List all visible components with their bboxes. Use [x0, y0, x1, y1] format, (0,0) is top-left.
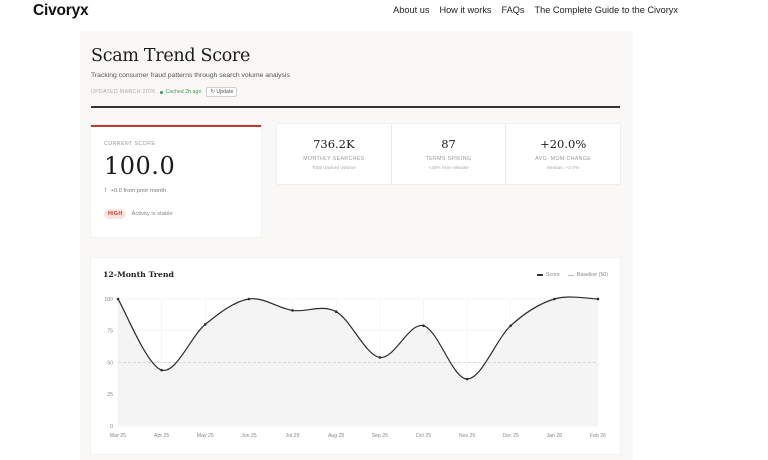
stat-value: 736.2K [313, 137, 355, 151]
y-tick-label: 100 [104, 297, 113, 303]
score-point [247, 297, 251, 301]
x-tick-label: Jul 25 [286, 433, 300, 439]
legend-baseline-label: Baseline (50) [576, 272, 608, 278]
legend-baseline: Baseline (50) [567, 272, 608, 278]
cache-status: Cached 2h ago [160, 89, 201, 95]
score-point [291, 309, 294, 312]
legend-score-label: Score [545, 272, 560, 278]
stat-value: +20.0% [540, 137, 587, 151]
header-divider [91, 106, 620, 108]
chart-title: 12-Month Trend [103, 270, 174, 279]
legend-score: Score [536, 272, 560, 278]
status-note: Activity is stable [131, 211, 173, 217]
score-point [203, 323, 207, 326]
x-tick-label: Oct 25 [416, 433, 431, 439]
score-value: 100.0 [104, 152, 176, 180]
score-change-text: +0.0 from prior month [110, 187, 167, 194]
meta-row: UPDATED MARCH 2026 Cached 2h ago ↻ Updat… [91, 87, 238, 97]
score-point [160, 368, 163, 372]
score-point [116, 297, 120, 301]
update-button[interactable]: ↻ Update [206, 87, 238, 97]
x-tick-label: Dec 25 [503, 433, 520, 439]
stat-value: 87 [441, 137, 456, 151]
x-tick-label: Nov 25 [459, 433, 476, 439]
stat-monthly-searches: 736.2K MONTHLY SEARCHES Total tracked vo… [277, 124, 391, 184]
x-tick-label: Sep 25 [372, 433, 389, 439]
status-badge: HIGH [104, 209, 127, 219]
trend-chart-card: 0 25 50 75 100 Mar 25 Apr 25 May 25 Jun 25 Jul 25… [91, 258, 620, 454]
main-panel: Scam Trend Score Tracking consumer fraud… [80, 31, 633, 460]
stat-terms-spiking: 87 TERMS SPIKING +20% from release [390, 124, 506, 184]
stats-row: 736.2K MONTHLY SEARCHES Total tracked vo… [277, 124, 620, 184]
nav-link-guide[interactable]: The Complete Guide to the Civoryx [535, 5, 679, 15]
legend-baseline-swatch [567, 274, 574, 276]
x-tick-label: Feb 26 [590, 433, 606, 439]
arrow-up-icon: ↑ [104, 187, 108, 194]
status-dot-icon [160, 90, 164, 94]
score-status-row: HIGH Activity is stable [104, 209, 173, 219]
current-score-card: CURRENT SCORE 100.0 ↑ +0.0 from prior mo… [91, 125, 261, 237]
y-tick-label: 50 [107, 360, 113, 366]
score-change: ↑ +0.0 from prior month [104, 187, 166, 194]
score-point [596, 297, 600, 301]
x-tick-label: Mar 25 [110, 433, 126, 439]
y-tick-label: 75 [107, 329, 113, 335]
cache-status-text: Cached 2h ago [165, 89, 202, 95]
stat-label: TERMS SPIKING [425, 156, 472, 162]
page-title: Scam Trend Score [91, 46, 251, 66]
x-tick-label: Apr 25 [154, 433, 169, 439]
stat-sub: +20% from release [428, 166, 469, 171]
stat-label: AVG. MOM CHANGE [535, 156, 592, 162]
score-point [334, 310, 338, 313]
legend-score-swatch [536, 274, 543, 276]
score-area [118, 297, 598, 426]
score-point [509, 324, 513, 327]
score-point [553, 297, 556, 301]
x-tick-label: Aug 25 [328, 433, 345, 439]
stat-avg-mom-change: +20.0% AVG. MOM CHANGE Median: +2.0% [505, 124, 620, 184]
stat-sub: Median: +2.0% [547, 166, 580, 171]
nav-links: About us How it works FAQs The Complete … [393, 5, 678, 15]
nav-link-about[interactable]: About us [393, 5, 429, 15]
chart-legend: Score Baseline (50) [536, 272, 608, 278]
nav-link-faqs[interactable]: FAQs [502, 5, 525, 15]
top-nav: Civoryx About us How it works FAQs The C… [0, 0, 768, 22]
trend-chart: 0 25 50 75 100 Mar 25 Apr 25 May 25 Jun 25 Jul 25… [104, 296, 606, 439]
page-subtitle: Tracking consumer fraud patterns through… [91, 72, 290, 79]
score-point [378, 356, 382, 359]
logo[interactable]: Civoryx [33, 2, 89, 20]
score-point [465, 377, 469, 381]
x-tick-label: Jun 25 [241, 433, 257, 439]
x-tick-label: Jan 26 [547, 433, 563, 439]
updated-date: UPDATED MARCH 2026 [91, 89, 156, 95]
score-label: CURRENT SCORE [104, 141, 156, 147]
y-tick-label: 0 [110, 424, 113, 430]
stat-sub: Total tracked volume [311, 166, 356, 171]
y-tick-label: 25 [107, 392, 113, 398]
stat-label: MONTHLY SEARCHES [303, 156, 365, 162]
nav-link-how-it-works[interactable]: How it works [439, 5, 491, 15]
score-point [422, 324, 425, 327]
x-tick-label: May 25 [197, 433, 214, 439]
